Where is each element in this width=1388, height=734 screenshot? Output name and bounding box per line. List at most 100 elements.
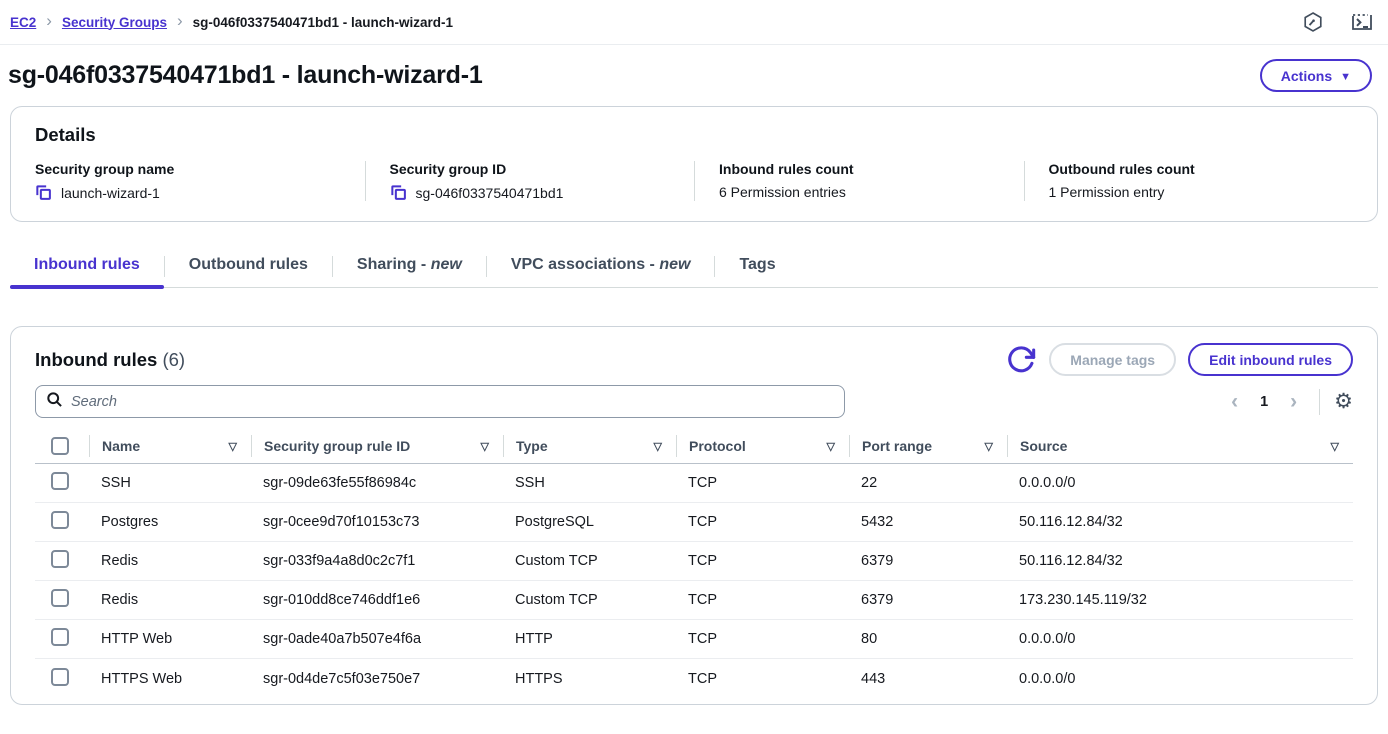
- cell-name: Redis: [89, 553, 251, 569]
- details-title: Details: [35, 124, 1353, 146]
- inbound-rules-table: Name ▽ Security group rule ID ▽ Type ▽ P…: [35, 429, 1353, 698]
- cell-type: PostgreSQL: [503, 514, 676, 530]
- filter-icon[interactable]: ▽: [827, 440, 835, 453]
- tab-outbound-rules[interactable]: Outbound rules: [165, 252, 332, 287]
- manage-tags-button[interactable]: Manage tags: [1049, 343, 1176, 376]
- select-all-checkbox[interactable]: [51, 437, 69, 455]
- tab-inbound-rules[interactable]: Inbound rules: [10, 252, 164, 287]
- search-input[interactable]: [71, 394, 834, 410]
- copy-icon[interactable]: [390, 184, 407, 201]
- breadcrumb-link-security-groups[interactable]: Security Groups: [62, 15, 167, 30]
- previous-page-button[interactable]: ‹: [1223, 391, 1246, 412]
- cell-rule-id: sgr-09de63fe55f86984c: [251, 475, 503, 491]
- column-header-protocol[interactable]: Protocol ▽: [676, 435, 849, 457]
- cell-rule-id: sgr-0cee9d70f10153c73: [251, 514, 503, 530]
- row-checkbox[interactable]: [51, 668, 69, 686]
- page-title: sg-046f0337540471bd1 - launch-wizard-1: [8, 61, 483, 90]
- cell-port-range: 80: [849, 631, 1007, 647]
- search-box[interactable]: [35, 385, 845, 418]
- cell-protocol: TCP: [676, 592, 849, 608]
- panel-count: (6): [162, 349, 185, 370]
- cell-port-range: 22: [849, 475, 1007, 491]
- row-checkbox[interactable]: [51, 589, 69, 607]
- cell-type: Custom TCP: [503, 553, 676, 569]
- cell-type: SSH: [503, 475, 676, 491]
- filter-icon[interactable]: ▽: [654, 440, 662, 453]
- cell-port-range: 6379: [849, 592, 1007, 608]
- panel-title: Inbound rules (6): [35, 349, 185, 371]
- field-label: Security group ID: [390, 161, 679, 177]
- hexagon-status-icon[interactable]: [1302, 11, 1324, 33]
- caret-down-icon: ▼: [1340, 71, 1351, 83]
- tab-sharing[interactable]: Sharing - new: [333, 252, 486, 287]
- refresh-button[interactable]: [1005, 344, 1037, 376]
- chevron-right-icon: ›: [46, 11, 52, 31]
- tab-label: Outbound rules: [189, 256, 308, 273]
- inbound-rules-panel: Inbound rules (6) Manage tags Edit inbou…: [10, 326, 1378, 705]
- cell-protocol: TCP: [676, 514, 849, 530]
- cell-type: HTTPS: [503, 671, 676, 687]
- cell-name: HTTP Web: [89, 631, 251, 647]
- details-card: Details Security group name launch-wizar…: [10, 106, 1378, 222]
- topbar-icons: [1302, 11, 1374, 33]
- row-checkbox[interactable]: [51, 550, 69, 568]
- cell-rule-id: sgr-033f9a4a8d0c2c7f1: [251, 553, 503, 569]
- tab-bar: Inbound rules Outbound rules Sharing - n…: [10, 252, 1378, 288]
- table-toolbar: ‹ 1 › ⚙: [35, 385, 1353, 418]
- cell-source: 50.116.12.84/32: [1007, 553, 1353, 569]
- column-header-port-range[interactable]: Port range ▽: [849, 435, 1007, 457]
- cell-protocol: TCP: [676, 553, 849, 569]
- actions-button[interactable]: Actions ▼: [1260, 59, 1372, 92]
- actions-button-label: Actions: [1281, 68, 1332, 84]
- next-page-button[interactable]: ›: [1282, 391, 1305, 412]
- cell-rule-id: sgr-0d4de7c5f03e750e7: [251, 671, 503, 687]
- tab-vpc-associations[interactable]: VPC associations - new: [487, 252, 715, 287]
- table-row: HTTPS Web sgr-0d4de7c5f03e750e7 HTTPS TC…: [35, 659, 1353, 698]
- breadcrumb-link-ec2[interactable]: EC2: [10, 15, 36, 30]
- column-header-source[interactable]: Source ▽: [1007, 435, 1353, 457]
- cell-protocol: TCP: [676, 631, 849, 647]
- cloudshell-icon[interactable]: [1350, 11, 1374, 33]
- cell-port-range: 5432: [849, 514, 1007, 530]
- field-inbound-rules-count: Inbound rules count 6 Permission entries: [694, 161, 1024, 201]
- breadcrumb: EC2 › Security Groups › sg-046f033754047…: [10, 12, 453, 32]
- filter-icon[interactable]: ▽: [1331, 440, 1339, 453]
- tab-tags[interactable]: Tags: [715, 252, 799, 287]
- field-label: Security group name: [35, 161, 349, 177]
- cell-type: HTTP: [503, 631, 676, 647]
- column-header-type[interactable]: Type ▽: [503, 435, 676, 457]
- field-value: 1 Permission entry: [1049, 184, 1165, 200]
- table-row: Redis sgr-010dd8ce746ddf1e6 Custom TCP T…: [35, 581, 1353, 620]
- cell-rule-id: sgr-0ade40a7b507e4f6a: [251, 631, 503, 647]
- tab-new-badge: new: [659, 256, 690, 273]
- cell-port-range: 6379: [849, 553, 1007, 569]
- field-value: sg-046f0337540471bd1: [416, 185, 564, 201]
- panel-actions: Manage tags Edit inbound rules: [1005, 343, 1353, 376]
- chevron-right-icon: ›: [177, 11, 183, 31]
- table-row: Redis sgr-033f9a4a8d0c2c7f1 Custom TCP T…: [35, 542, 1353, 581]
- table-header-row: Name ▽ Security group rule ID ▽ Type ▽ P…: [35, 429, 1353, 464]
- filter-icon[interactable]: ▽: [985, 440, 993, 453]
- settings-gear-icon[interactable]: ⚙: [1334, 391, 1353, 412]
- field-security-group-name: Security group name launch-wizard-1: [35, 161, 365, 201]
- cell-name: SSH: [89, 475, 251, 491]
- field-label: Inbound rules count: [719, 161, 1008, 177]
- row-checkbox[interactable]: [51, 511, 69, 529]
- cell-source: 173.230.145.119/32: [1007, 592, 1353, 608]
- field-value: 6 Permission entries: [719, 184, 846, 200]
- current-page-number[interactable]: 1: [1252, 394, 1276, 410]
- tab-label: Tags: [739, 256, 775, 273]
- row-checkbox[interactable]: [51, 628, 69, 646]
- filter-icon[interactable]: ▽: [481, 440, 489, 453]
- copy-icon[interactable]: [35, 184, 52, 201]
- cell-protocol: TCP: [676, 671, 849, 687]
- edit-inbound-rules-button[interactable]: Edit inbound rules: [1188, 343, 1353, 376]
- cell-source: 0.0.0.0/0: [1007, 671, 1353, 687]
- column-header-rule-id[interactable]: Security group rule ID ▽: [251, 435, 503, 457]
- column-header-name[interactable]: Name ▽: [89, 435, 251, 457]
- row-checkbox[interactable]: [51, 472, 69, 490]
- cell-source: 0.0.0.0/0: [1007, 475, 1353, 491]
- cell-source: 0.0.0.0/0: [1007, 631, 1353, 647]
- filter-icon[interactable]: ▽: [229, 440, 237, 453]
- divider: [1319, 389, 1320, 415]
